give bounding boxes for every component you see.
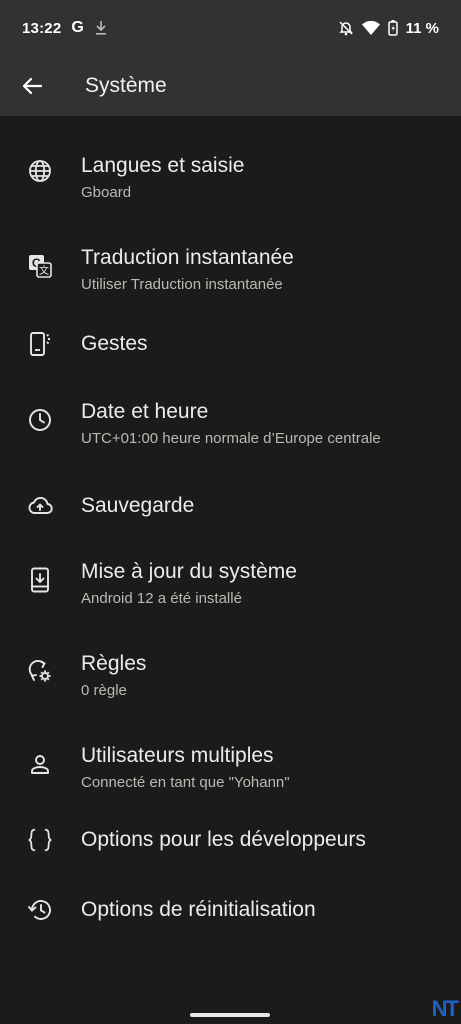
back-arrow-icon[interactable] (20, 74, 44, 98)
screen: 13:22 G 11 % Système Langues et saisie G… (0, 0, 461, 1024)
item-title: Options de réinitialisation (81, 898, 316, 921)
person-icon (27, 751, 53, 777)
status-left: 13:22 G (22, 19, 108, 37)
item-title: Règles (81, 652, 147, 675)
item-title: Options pour les développeurs (81, 828, 366, 851)
item-texts: Date et heure UTC+01:00 heure normale d’… (81, 399, 381, 449)
bell-off-icon (338, 20, 354, 36)
item-texts: Langues et saisie Gboard (81, 153, 244, 203)
item-subtitle: Connecté en tant que "Yohann" (81, 774, 290, 791)
item-texts: Traduction instantanée Utiliser Traducti… (81, 245, 294, 295)
clock-icon (27, 407, 53, 433)
settings-item-developpeurs[interactable]: Options pour les développeurs (0, 808, 461, 872)
item-title: Mise à jour du système (81, 560, 297, 583)
settings-item-regles[interactable]: Règles 0 règle (0, 634, 461, 710)
settings-item-utilisateurs[interactable]: Utilisateurs multiples Connecté en tant … (0, 726, 461, 802)
svg-text:文: 文 (39, 264, 49, 277)
item-title: Date et heure (81, 400, 209, 423)
item-title: Utilisateurs multiples (81, 744, 274, 767)
battery-percent: 11 % (405, 19, 439, 37)
watermark-logo: NT (431, 996, 459, 1021)
system-update-icon (27, 567, 53, 593)
gesture-nav-bar[interactable] (190, 1013, 270, 1017)
settings-item-gestes[interactable]: Gestes (0, 312, 461, 376)
item-subtitle: Android 12 a été installé (81, 590, 242, 607)
status-time: 13:22 (22, 19, 62, 37)
settings-item-langues[interactable]: Langues et saisie Gboard (0, 136, 461, 212)
item-title: Langues et saisie (81, 154, 245, 177)
item-title: Sauvegarde (81, 494, 195, 517)
item-texts: Options pour les développeurs (81, 827, 366, 853)
item-subtitle: UTC+01:00 heure normale d’Europe central… (81, 430, 381, 447)
cloud-upload-icon (27, 493, 53, 519)
item-texts: Sauvegarde (81, 493, 194, 519)
item-texts: Options de réinitialisation (81, 897, 316, 923)
status-bar: 13:22 G 11 % (0, 0, 461, 56)
item-texts: Gestes (81, 331, 148, 357)
settings-item-reinitialisation[interactable]: Options de réinitialisation (0, 878, 461, 942)
settings-item-date-heure[interactable]: Date et heure UTC+01:00 heure normale d’… (0, 382, 461, 458)
settings-item-sauvegarde[interactable]: Sauvegarde (0, 474, 461, 538)
google-g-icon: G (71, 19, 84, 36)
item-texts: Utilisateurs multiples Connecté en tant … (81, 743, 290, 793)
wifi-icon (361, 21, 380, 35)
item-subtitle: 0 règle (81, 682, 127, 699)
battery-icon (387, 20, 398, 36)
item-title: Traduction instantanée (81, 246, 294, 269)
item-texts: Mise à jour du système Android 12 a été … (81, 559, 297, 609)
app-header: 13:22 G 11 % Système (0, 0, 461, 116)
translate-icon: G文 (27, 253, 53, 279)
toolbar: Système (0, 56, 461, 116)
settings-item-traduction[interactable]: G文 Traduction instantanée Utiliser Tradu… (0, 228, 461, 304)
code-braces-icon (27, 827, 53, 853)
item-texts: Règles 0 règle (81, 651, 146, 701)
globe-icon (27, 158, 53, 184)
download-icon (94, 20, 108, 36)
item-subtitle: Utiliser Traduction instantanée (81, 276, 283, 293)
reset-history-icon (27, 897, 53, 923)
status-right: 11 % (338, 20, 439, 37)
item-title: Gestes (81, 332, 148, 355)
settings-item-mise-a-jour[interactable]: Mise à jour du système Android 12 a été … (0, 542, 461, 618)
rules-icon (27, 659, 53, 685)
item-subtitle: Gboard (81, 184, 132, 201)
page-title: Système (85, 74, 167, 97)
gesture-phone-icon (27, 331, 53, 357)
